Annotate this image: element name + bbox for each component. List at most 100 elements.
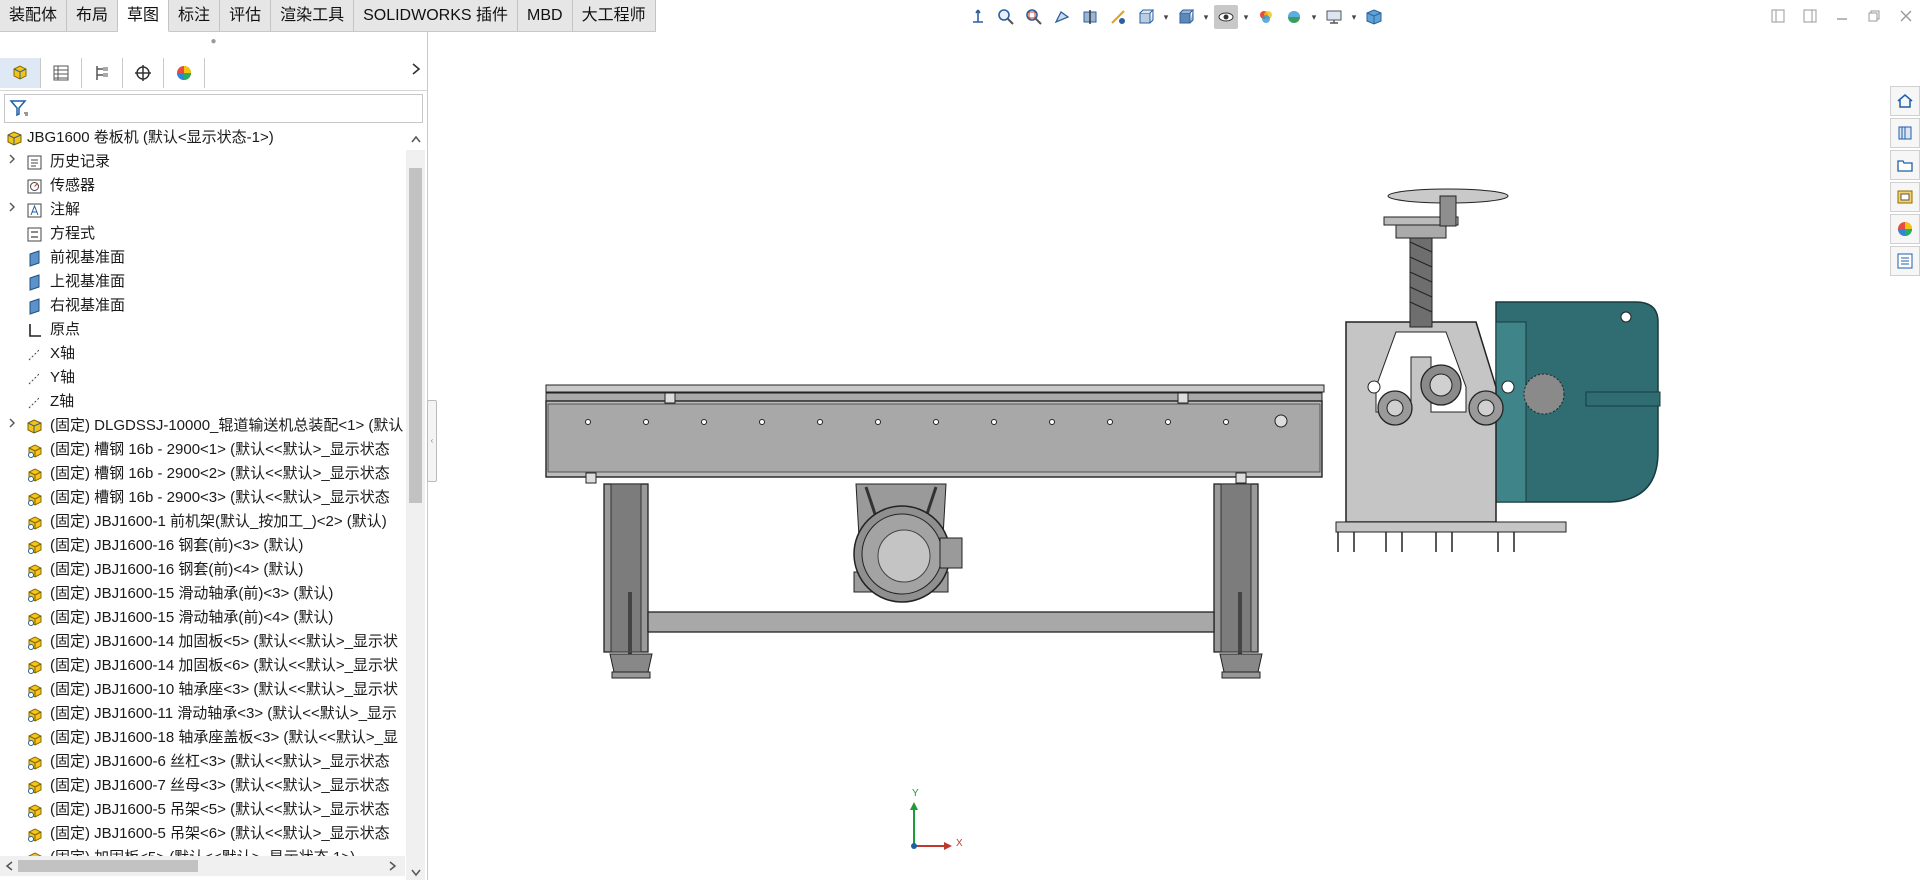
tree-item[interactable]: 历史记录	[0, 150, 405, 174]
minimize-icon[interactable]	[1828, 6, 1856, 26]
view-palette-icon[interactable]	[1890, 182, 1920, 212]
scroll-up-icon[interactable]	[410, 134, 422, 147]
tree-root[interactable]: JBG1600 卷板机 (默认<显示状态-1>)	[0, 126, 405, 150]
scroll-down-icon[interactable]	[410, 868, 422, 881]
sensor-icon	[26, 178, 43, 195]
tree-item-label: 上视基准面	[50, 273, 126, 290]
tile-right-icon[interactable]	[1796, 6, 1824, 26]
tree-item[interactable]: 方程式	[0, 222, 405, 246]
panel-grip-icon[interactable]: ●	[0, 32, 427, 52]
previous-view-icon[interactable]	[1050, 5, 1074, 29]
apply-scene-icon[interactable]	[1282, 5, 1306, 29]
view-orientation-icon[interactable]	[1134, 5, 1158, 29]
zoom-area-icon[interactable]	[1022, 5, 1046, 29]
tree-item[interactable]: (固定) JBJ1600-11 滑动轴承<3> (默认<<默认>_显示	[0, 702, 405, 726]
tree-root-label: JBG1600 卷板机 (默认<显示状态-1>)	[27, 129, 274, 146]
tree-item[interactable]: 传感器	[0, 174, 405, 198]
scrollbar-thumb[interactable]	[18, 860, 198, 872]
tree-horizontal-scrollbar[interactable]	[0, 856, 405, 876]
tree-item[interactable]: Z轴	[0, 390, 405, 414]
chevron-down-icon[interactable]: ▾	[1242, 5, 1250, 29]
home-icon[interactable]	[1890, 86, 1920, 116]
tree-item[interactable]: (固定) DLGDSSJ-10000_辊道输送机总装配<1> (默认	[0, 414, 405, 438]
origin-icon[interactable]	[966, 5, 990, 29]
hide-show-icon[interactable]	[1214, 5, 1238, 29]
tree-item[interactable]: (固定) 槽钢 16b - 2900<1> (默认<<默认>_显示状态	[0, 438, 405, 462]
command-tab[interactable]: 评估	[220, 0, 272, 31]
chevron-down-icon[interactable]: ▾	[1350, 5, 1358, 29]
design-library-icon[interactable]	[1890, 118, 1920, 148]
command-tab[interactable]: SOLIDWORKS 插件	[354, 0, 519, 31]
tree-item[interactable]: (固定) JBJ1600-14 加固板<6> (默认<<默认>_显示状	[0, 654, 405, 678]
dynamic-annotation-icon[interactable]	[1106, 5, 1130, 29]
tree-item[interactable]: 原点	[0, 318, 405, 342]
propertymanager-tab[interactable]	[41, 58, 82, 88]
graphics-area[interactable]: Y X	[436, 32, 1886, 880]
tree-item[interactable]: 上视基准面	[0, 270, 405, 294]
tree-item[interactable]: (固定) JBJ1600-16 钢套(前)<4> (默认)	[0, 558, 405, 582]
filter-icon[interactable]	[9, 98, 31, 122]
section-view-icon[interactable]	[1078, 5, 1102, 29]
chevron-down-icon[interactable]: ▾	[1202, 5, 1210, 29]
expand-arrow-icon[interactable]	[8, 414, 18, 438]
tree-item[interactable]: (固定) JBJ1600-10 轴承座<3> (默认<<默认>_显示状	[0, 678, 405, 702]
tree-filter-input[interactable]	[4, 94, 423, 123]
equation-icon	[26, 226, 43, 243]
command-tab[interactable]: 布局	[67, 0, 119, 31]
close-icon[interactable]	[1892, 6, 1920, 26]
tree-item[interactable]: 注解	[0, 198, 405, 222]
scroll-right-icon[interactable]	[388, 860, 398, 875]
tree-item[interactable]: (固定) JBJ1600-18 轴承座盖板<3> (默认<<默认>_显	[0, 726, 405, 750]
tree-item[interactable]: (固定) JBJ1600-14 加固板<5> (默认<<默认>_显示状	[0, 630, 405, 654]
chevron-down-icon[interactable]: ▾	[1310, 5, 1318, 29]
tree-item[interactable]: (固定) 槽钢 16b - 2900<3> (默认<<默认>_显示状态	[0, 486, 405, 510]
tree-item[interactable]: 前视基准面	[0, 246, 405, 270]
command-tab[interactable]: 装配体	[0, 0, 68, 31]
tree-item[interactable]: (固定) JBJ1600-15 滑动轴承(前)<3> (默认)	[0, 582, 405, 606]
tree-item[interactable]: (固定) 槽钢 16b - 2900<2> (默认<<默认>_显示状态	[0, 462, 405, 486]
display-manager-tab[interactable]	[164, 58, 205, 88]
chevron-down-icon[interactable]: ▾	[1162, 5, 1170, 29]
tree-item[interactable]: X轴	[0, 342, 405, 366]
tree-item[interactable]: (固定) JBJ1600-6 丝杠<3> (默认<<默认>_显示状态	[0, 750, 405, 774]
custom-properties-icon[interactable]	[1890, 246, 1920, 276]
expand-arrow-icon[interactable]	[8, 150, 18, 174]
restore-icon[interactable]	[1860, 6, 1888, 26]
tree-item[interactable]: (固定) JBJ1600-5 吊架<5> (默认<<默认>_显示状态	[0, 798, 405, 822]
display-style-icon[interactable]	[1174, 5, 1198, 29]
triad-y-label: Y	[912, 788, 919, 799]
scroll-left-icon[interactable]	[4, 860, 14, 875]
annotation-icon	[26, 202, 43, 219]
view-settings-icon[interactable]	[1322, 5, 1346, 29]
command-tab[interactable]: 渲染工具	[271, 0, 355, 31]
tree-item[interactable]: (固定) JBJ1600-1 前机架(默认_按加工_)<2> (默认)	[0, 510, 405, 534]
tree-item[interactable]: 右视基准面	[0, 294, 405, 318]
tree-item-label: 原点	[50, 321, 81, 338]
tree-item[interactable]: Y轴	[0, 366, 405, 390]
featuremanager-icon	[13, 65, 27, 80]
configurationmanager-tab[interactable]	[82, 58, 123, 88]
command-tab[interactable]: 草图	[118, 0, 170, 32]
appearances-icon[interactable]	[1890, 214, 1920, 244]
expand-arrow-icon[interactable]	[8, 198, 18, 222]
plane-icon	[26, 298, 43, 315]
3d-view-icon[interactable]	[1362, 5, 1386, 29]
tree-item[interactable]: (固定) JBJ1600-15 滑动轴承(前)<4> (默认)	[0, 606, 405, 630]
tree-item-label: (固定) JBJ1600-14 加固板<6> (默认<<默认>_显示状	[50, 657, 399, 674]
tree-item[interactable]: (固定) JBJ1600-7 丝母<3> (默认<<默认>_显示状态	[0, 774, 405, 798]
tree-item[interactable]: (固定) JBJ1600-5 吊架<6> (默认<<默认>_显示状态	[0, 822, 405, 846]
tree-item[interactable]: (固定) JBJ1600-16 钢套(前)<3> (默认)	[0, 534, 405, 558]
featuremanager-tab[interactable]	[0, 58, 41, 88]
command-tab[interactable]: 标注	[169, 0, 221, 31]
scrollbar-thumb[interactable]	[409, 168, 422, 503]
tree-vertical-scrollbar[interactable]	[406, 135, 425, 881]
chevron-right-icon[interactable]	[411, 62, 421, 79]
zoom-to-fit-icon[interactable]	[994, 5, 1018, 29]
dimxpert-tab[interactable]	[123, 58, 164, 88]
part-icon	[26, 634, 43, 651]
command-tab[interactable]: 大工程师	[572, 0, 656, 31]
file-explorer-icon[interactable]	[1890, 150, 1920, 180]
command-tab[interactable]: MBD	[518, 0, 573, 31]
edit-appearance-icon[interactable]	[1254, 5, 1278, 29]
tile-left-icon[interactable]	[1764, 6, 1792, 26]
